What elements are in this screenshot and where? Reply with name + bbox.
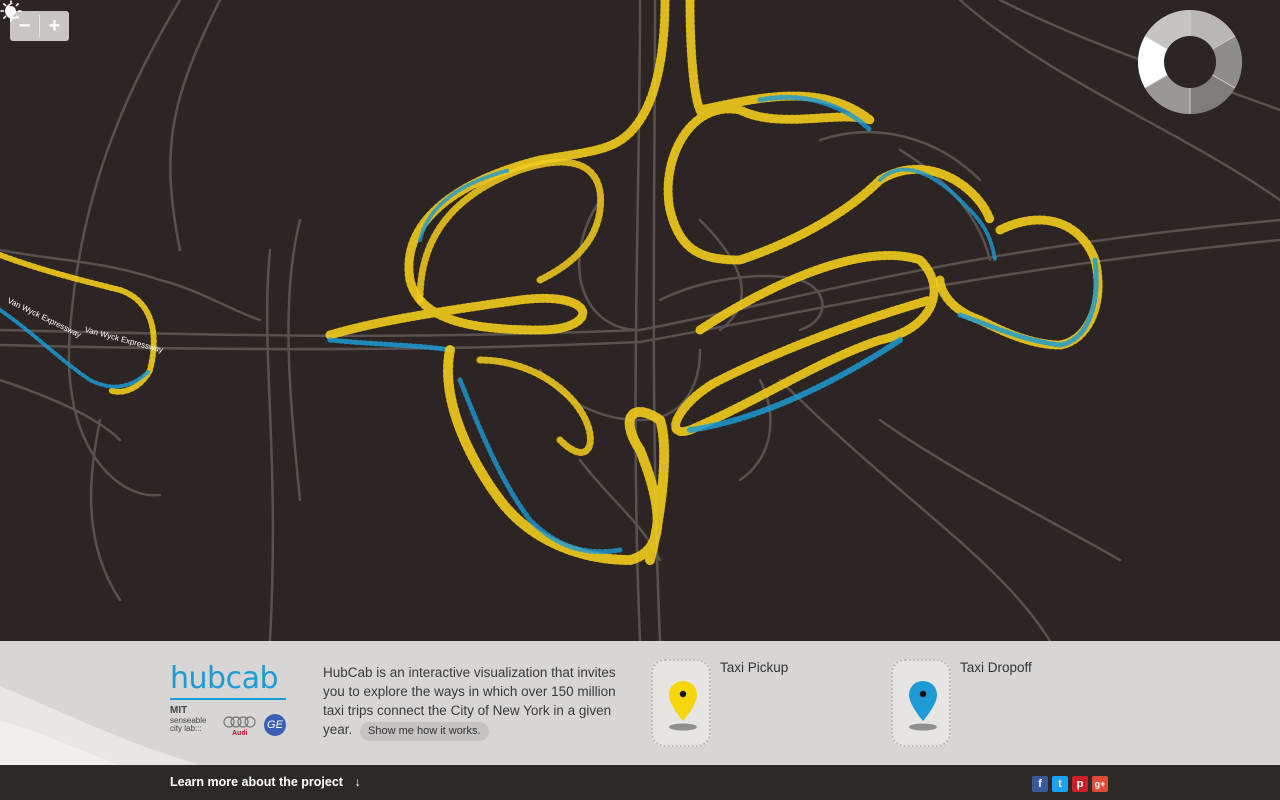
learn-more-text: Learn more about the project	[170, 775, 343, 789]
moon-icon[interactable]	[0, 0, 22, 22]
googleplus-icon[interactable]: g+	[1092, 776, 1108, 792]
senseable-logo: senseable city lab:::	[170, 717, 206, 733]
senseable-line-2: city lab:::	[170, 724, 202, 733]
dropoff-legend-card[interactable]	[891, 659, 951, 747]
pickup-pin-icon	[669, 681, 697, 731]
twitter-icon[interactable]: t	[1052, 776, 1068, 792]
ge-logo: GE	[264, 714, 286, 736]
project-description: HubCab is an interactive visualization t…	[323, 663, 623, 741]
mit-logo: MIT	[170, 705, 188, 716]
pinterest-icon[interactable]: p	[1072, 776, 1088, 792]
pickup-legend-card[interactable]	[651, 659, 711, 747]
facebook-icon[interactable]: f	[1032, 776, 1048, 792]
dropoff-label: Taxi Dropoff	[960, 660, 1032, 675]
audi-wordmark: Audi	[232, 730, 248, 737]
dropoff-pin-icon	[909, 681, 937, 731]
logo-underline	[170, 698, 286, 700]
arrow-down-icon: ↓	[354, 775, 361, 789]
zoom-in-button[interactable]: +	[40, 11, 69, 41]
show-how-it-works-button[interactable]: Show me how it works.	[360, 722, 489, 741]
learn-more-link[interactable]: Learn more about the project ↓	[170, 775, 361, 789]
partner-logos: MIT senseable city lab::: Audi GE	[170, 703, 292, 739]
hubcab-logo[interactable]: hubcab	[170, 661, 279, 696]
bottom-bar: Learn more about the project ↓ f t p g+	[0, 765, 1280, 800]
time-of-day-dial[interactable]	[1138, 10, 1242, 114]
audi-logo: Audi	[223, 716, 256, 737]
road-network	[0, 0, 1280, 641]
map-canvas[interactable]: Van Wyck Expressway Van Wyck Expressway …	[0, 0, 1280, 641]
info-panel: hubcab MIT senseable city lab::: Audi GE…	[0, 641, 1280, 765]
pickup-label: Taxi Pickup	[720, 660, 789, 675]
